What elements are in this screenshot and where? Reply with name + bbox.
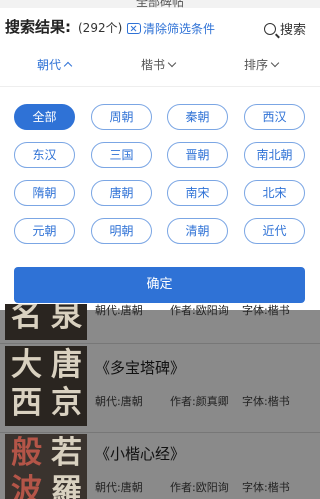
search-results-label: 搜索结果: [5,18,71,36]
search-button-label: 搜索 [279,23,306,38]
script-text: 字体:楷书 [242,481,290,494]
author-text: 作者:欧阳询 [170,304,229,317]
result-list: 名 泉 朝代:唐朝 作者:欧阳询 字体:楷书 大 唐 西 京 《多宝塔碑》 朝代… [0,304,320,499]
chevron-down-icon [167,58,177,68]
chevron-up-icon [63,61,73,71]
row-divider [0,432,320,433]
rubbing-thumbnail: 大 唐 西 京 [5,346,87,426]
dynasty-text: 朝代:唐朝 [95,481,143,494]
clear-filter-label: 清除筛选条件 [143,21,216,36]
script-text: 字体:楷书 [242,304,290,317]
dynasty-chip[interactable]: 唐朝 [91,180,152,206]
thumbnail-glyph: 京 [51,385,82,421]
list-item[interactable]: 般 若 波 羅 《小楷心经》 朝代:唐朝 作者:欧阳询 字体:楷书 [0,434,320,499]
thumbnail-glyph: 名 [11,304,42,334]
tab-dynasty[interactable]: 朝代 [37,56,73,73]
tab-sort[interactable]: 排序 [244,56,280,73]
tab-dynasty-label: 朝代 [37,58,62,72]
window-title: 全部碑帖 [135,0,184,8]
search-results-count: (292个) [78,21,123,35]
tab-script-label: 楷书 [141,58,166,72]
thumbnail-glyph: 大 [11,347,42,383]
dynasty-chip[interactable]: 秦朝 [167,104,228,130]
rubbing-thumbnail: 名 泉 [5,304,87,340]
filter-tabs: 朝代 楷书 排序 [0,42,320,86]
thumbnail-glyph: 若 [51,435,82,471]
divider [0,86,320,87]
thumbnail-glyph: 泉 [51,304,82,334]
dynasty-chip[interactable]: 元朝 [14,218,75,244]
item-title: 《小楷心经》 [95,445,186,463]
thumbnail-glyph: 西 [11,385,42,421]
dynasty-text: 朝代:唐朝 [95,395,143,408]
tab-sort-label: 排序 [244,58,269,72]
dynasty-chip[interactable]: 清朝 [167,218,228,244]
search-header: 搜索结果: (292个) 清除筛选条件 搜索 [0,8,320,42]
dynasty-chip[interactable]: 近代 [244,218,305,244]
dynasty-chip[interactable]: 晋朝 [167,142,228,168]
thumbnail-glyph: 羅 [51,473,82,499]
dynasty-chip[interactable]: 东汉 [14,142,75,168]
confirm-button[interactable]: 确定 [14,267,305,303]
window-title-bar: 全部碑帖 [0,0,320,8]
rubbing-thumbnail: 般 若 波 羅 [5,434,87,499]
thumbnail-glyph: 唐 [51,347,82,383]
author-text: 作者:欧阳询 [170,481,229,494]
tab-script[interactable]: 楷书 [141,56,177,73]
list-item[interactable]: 名 泉 朝代:唐朝 作者:欧阳询 字体:楷书 [0,304,320,340]
search-icon [263,22,276,35]
item-title: 《多宝塔碑》 [95,359,186,377]
dynasty-chip[interactable]: 南北朝 [244,142,305,168]
script-text: 字体:楷书 [242,395,290,408]
dynasty-chip[interactable]: 隋朝 [14,180,75,206]
search-button[interactable]: 搜索 [263,19,306,38]
filter-sheet: 搜索结果: (292个) 清除筛选条件 搜索 朝代 楷书 排序 全部 周朝 秦朝 西汉… [0,8,320,310]
chevron-down-icon [270,58,280,68]
author-text: 作者:颜真卿 [170,395,229,408]
dynasty-chip[interactable]: 西汉 [244,104,305,130]
clear-filter-button[interactable]: 清除筛选条件 [127,20,215,36]
dynasty-chip[interactable]: 南宋 [167,180,228,206]
thumbnail-glyph: 波 [11,473,42,499]
list-item[interactable]: 大 唐 西 京 《多宝塔碑》 朝代:唐朝 作者:颜真卿 字体:楷书 [0,346,320,432]
dynasty-chip[interactable]: 全部 [14,104,75,130]
dynasty-chip[interactable]: 三国 [91,142,152,168]
thumbnail-glyph: 般 [11,435,42,471]
dynasty-chip[interactable]: 周朝 [91,104,152,130]
dynasty-text: 朝代:唐朝 [95,304,143,317]
row-divider [0,343,320,344]
dynasty-chip[interactable]: 明朝 [91,218,152,244]
dynasty-chip[interactable]: 北宋 [244,180,305,206]
clear-icon [127,22,141,34]
